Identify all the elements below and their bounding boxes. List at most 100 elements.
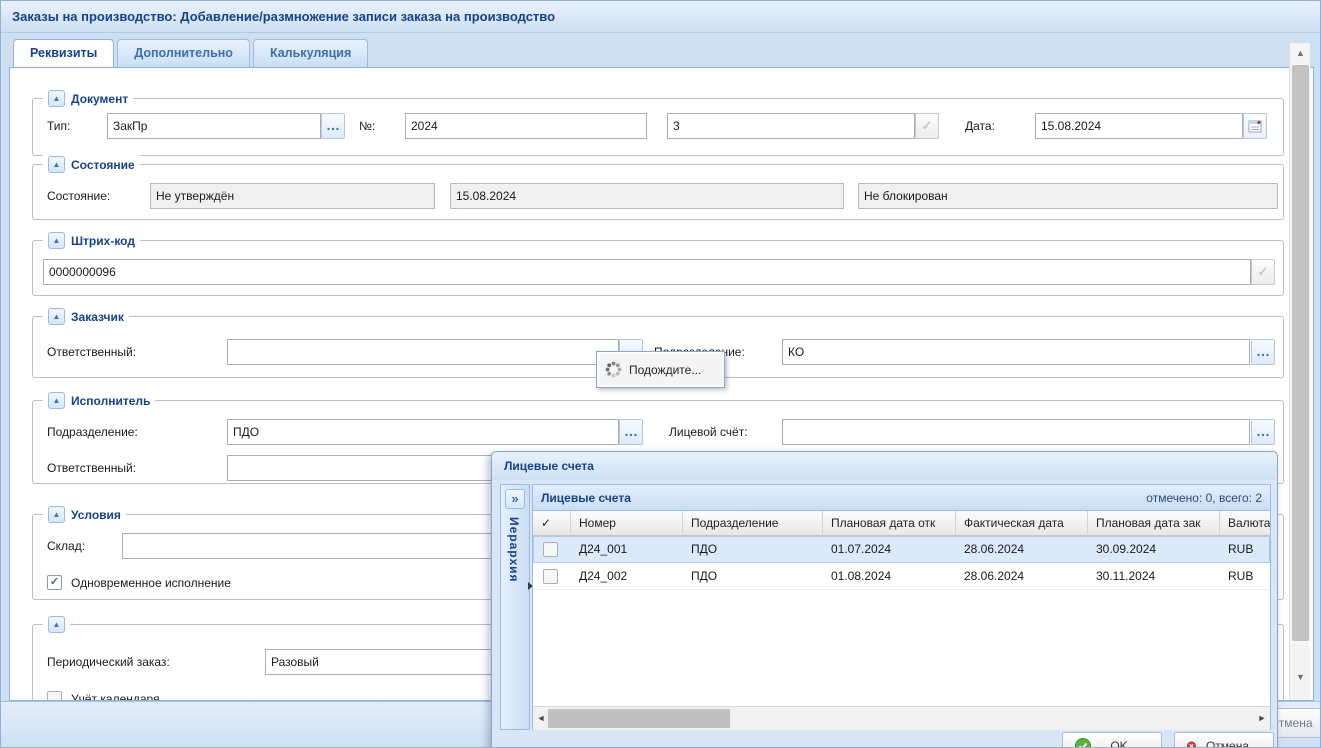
fieldset-state: ▲ Состояние Состояние: Не утверждён 15.0… [32,164,1284,220]
grid-horizontal-scrollbar[interactable]: ◄ ► [533,706,1270,730]
hscrollbar-thumb[interactable] [548,709,730,728]
executor-account-lookup-button[interactable]: … [1251,419,1275,445]
collapse-up-icon[interactable]: ▲ [48,506,65,523]
spinner-icon [605,361,622,378]
barcode-check-button[interactable]: ✓ [1251,259,1275,285]
column-plan-open[interactable]: Плановая дата отк [823,511,956,536]
column-fact-date[interactable]: Фактическая дата [956,511,1088,536]
ok-check-icon [1075,738,1091,748]
cell-fact-date: 28.06.2024 [956,563,1088,590]
executor-division-lookup-button[interactable]: … [619,419,643,445]
type-label: Тип: [47,113,70,139]
grid-column-headers: ✓ Номер Подразделение Плановая дата отк … [533,511,1270,536]
calendar-icon [1248,119,1262,133]
cell-number: Д24_001 [571,536,683,563]
customer-division-lookup-button[interactable]: … [1251,339,1275,365]
simultaneous-checkbox[interactable]: ✓ [47,575,62,590]
popup-cancel-button[interactable]: Отмена [1174,732,1274,748]
type-lookup-button[interactable]: … [321,113,345,139]
collapse-up-icon[interactable]: ▲ [48,90,65,107]
fieldset-executor-legend: ▲ Исполнитель [43,391,155,410]
date-field[interactable]: 15.08.2024 [1035,113,1243,139]
calendar-checkbox[interactable] [47,691,62,701]
fieldset-customer-legend: ▲ Заказчик [43,307,129,326]
cell-plan-open: 01.08.2024 [823,563,956,590]
production-order-window: Заказы на производство: Добавление/размн… [0,0,1321,748]
accounts-dialog-title[interactable]: Лицевые счета [492,452,1277,480]
accounts-grid-header: Лицевые счета отмечено: 0, всего: 2 [533,485,1270,511]
cell-fact-date: 28.06.2024 [956,536,1088,563]
column-division[interactable]: Подразделение [683,511,823,536]
column-currency[interactable]: Валюта [1220,511,1270,536]
fieldset-barcode: ▲ Штрих-код 0000000096 ✓ [32,240,1284,296]
check-icon: ✓ [922,118,933,133]
warehouse-label: Склад: [47,533,85,559]
number2-field[interactable]: 3 [667,113,915,139]
type-field[interactable]: ЗакПр [107,113,321,139]
wait-tooltip: Подождите... [596,351,725,388]
cell-division: ПДО [683,563,823,590]
executor-division-field[interactable]: ПДО [227,419,619,445]
accounts-grid-panel: Лицевые счета отмечено: 0, всего: 2 ✓ Но… [532,484,1271,730]
cell-plan-close: 30.09.2024 [1088,536,1220,563]
cell-plan-close: 30.11.2024 [1088,563,1220,590]
periodic-order-label: Периодический заказ: [47,649,170,675]
scroll-up-icon[interactable]: ▲ [1290,43,1311,63]
collapse-up-icon[interactable]: ▲ [48,232,65,249]
number-check-button[interactable]: ✓ [915,113,939,139]
cell-currency: RUB [1220,536,1270,563]
accounts-panel-title: Лицевые счета [541,491,631,505]
state-status-field: Не утверждён [150,183,435,209]
cell-plan-open: 01.07.2024 [823,536,956,563]
accounts-dialog: Лицевые счета » Иерархия Лицевые счета о… [491,451,1278,748]
cell-currency: RUB [1220,563,1270,590]
tab-dopolnitelno[interactable]: Дополнительно [117,39,250,67]
barcode-field[interactable]: 0000000096 [43,259,1251,285]
check-icon: ✓ [1258,264,1269,279]
column-number[interactable]: Номер [571,511,683,536]
window-title-bar: Заказы на производство: Добавление/размн… [1,1,1320,33]
table-row[interactable]: Д24_002 ПДО 01.08.2024 28.06.2024 30.11.… [533,563,1270,590]
number-label: №: [359,113,375,139]
customer-division-field[interactable]: КО [782,339,1250,365]
date-calendar-button[interactable] [1243,113,1267,139]
ellipsis-icon: … [624,423,638,439]
collapse-up-icon[interactable]: ▲ [48,392,65,409]
fieldset-periodic-legend: ▲ [43,615,70,634]
collapse-up-icon[interactable]: ▲ [48,156,65,173]
collapse-up-icon[interactable]: ▲ [48,616,65,633]
tab-kalkulyaciya[interactable]: Калькуляция [253,39,368,67]
executor-account-field[interactable] [782,419,1250,445]
fieldset-document: ▲ Документ Тип: ЗакПр … №: 2024 3 ✓ Дата… [32,98,1284,156]
calendar-label: Учёт календаря [71,691,160,701]
hierarchy-collapsed-panel[interactable]: » Иерархия [500,484,530,730]
main-vertical-scrollbar[interactable]: ▲ ▼ [1289,43,1310,699]
customer-responsible-field[interactable] [227,339,619,365]
row-checkbox[interactable] [543,542,558,557]
state-block-field: Не блокирован [858,183,1278,209]
row-checkbox[interactable] [543,569,558,584]
scroll-right-icon[interactable]: ► [1254,707,1270,730]
cell-division: ПДО [683,536,823,563]
column-check[interactable]: ✓ [533,511,571,536]
table-row[interactable]: Д24_001 ПДО 01.07.2024 28.06.2024 30.09.… [533,536,1270,563]
cancel-cross-icon [1187,738,1196,748]
scroll-down-icon[interactable]: ▼ [1290,667,1311,687]
scrollbar-thumb[interactable] [1292,65,1309,641]
customer-responsible-label: Ответственный: [47,339,136,365]
executor-account-label: Лицевой счёт: [669,419,748,445]
tab-rekvizity[interactable]: Реквизиты [13,39,114,67]
collapse-up-icon[interactable]: ▲ [48,308,65,325]
cell-number: Д24_002 [571,563,683,590]
ok-button[interactable]: OK [1062,732,1162,748]
expand-panel-icon[interactable]: » [505,489,525,509]
scroll-left-icon[interactable]: ◄ [533,707,549,730]
executor-division-label: Подразделение: [47,419,138,445]
column-plan-close[interactable]: Плановая дата зак [1088,511,1220,536]
fieldset-barcode-legend: ▲ Штрих-код [43,231,140,250]
check-icon: ✓ [541,516,551,530]
number-field[interactable]: 2024 [405,113,647,139]
tab-strip: Реквизиты Дополнительно Калькуляция [9,39,368,67]
executor-responsible-label: Ответственный: [47,455,136,481]
state-label: Состояние: [47,183,110,209]
